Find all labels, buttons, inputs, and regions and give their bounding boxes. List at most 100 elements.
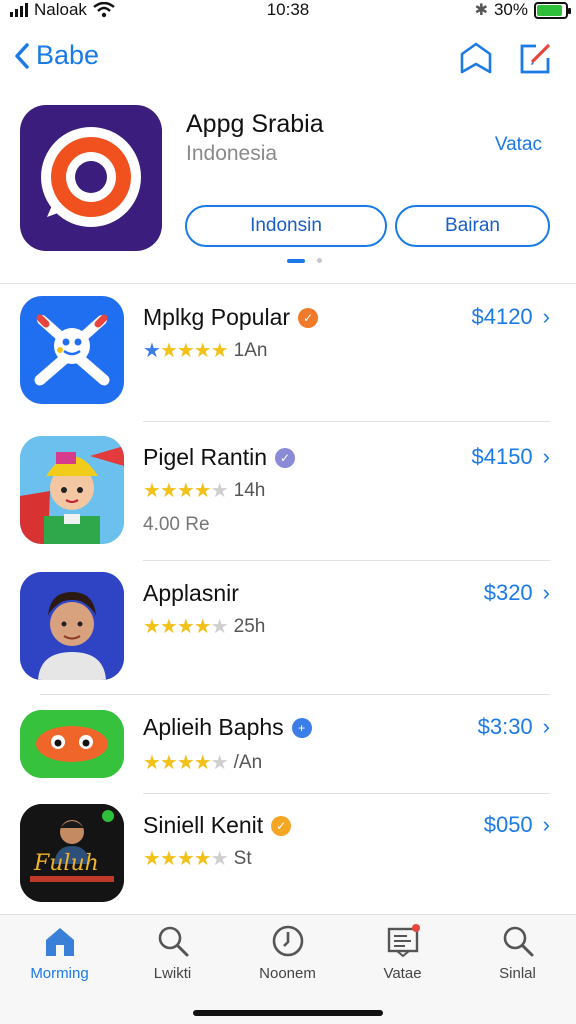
app-icon-2 (20, 436, 124, 544)
edit-icon[interactable] (518, 40, 554, 76)
page-dot-active (287, 258, 305, 263)
home-indicator[interactable] (193, 1010, 383, 1016)
battery-fill (537, 4, 563, 16)
app-name: Aplieih Baphs + (143, 714, 312, 741)
featured-button-right[interactable]: Bairan (395, 205, 550, 247)
list-item[interactable]: Pigel Rantin ✓ ★★★★ ★ 14h 4.00 Re $4150 › (0, 436, 576, 556)
app-icon-4 (20, 710, 124, 778)
battery-icon (534, 1, 571, 19)
verified-badge-icon: ✓ (275, 447, 296, 468)
tab-label: Noonem (259, 965, 316, 982)
tab-label: Vatae (383, 965, 422, 982)
tab-label: Lwikti (153, 965, 192, 982)
tab-label: Morming (30, 965, 89, 982)
price-button[interactable]: $050 › (484, 812, 550, 838)
app-extra-info: 4.00 Re (143, 514, 210, 535)
app-name: Mplkg Popular ✓ (143, 304, 319, 331)
tab-home[interactable]: Morming (2, 923, 117, 982)
search-icon (503, 926, 533, 957)
row-divider (40, 694, 550, 695)
chevron-right-icon: › (542, 304, 550, 329)
stars-icon: ★★★★★ (143, 616, 229, 638)
bluetooth-icon: ✱ (474, 2, 488, 19)
rating-count: /An (233, 751, 263, 773)
page-dot (317, 258, 322, 263)
stars-icon: ★★★★★ (143, 480, 229, 502)
app-name: Pigel Rantin ✓ (143, 444, 296, 471)
tab-search-2[interactable]: Sinlal (460, 923, 575, 982)
app-rating: ★ ★★★★ 1An (143, 338, 267, 363)
featured-title: Appg Srabia (186, 110, 324, 138)
price-button[interactable]: $3:30 › (478, 714, 550, 740)
back-label: Babe (36, 40, 100, 70)
app-rating: ★★★★ ★ St (143, 846, 252, 871)
bookmark-icon[interactable] (458, 40, 494, 76)
app-icon-3 (20, 572, 124, 680)
app-rating: ★★★★ ★ 25h (143, 614, 265, 639)
search-icon (158, 926, 188, 957)
row-divider (143, 793, 550, 794)
stars-icon: ★★★★★ (143, 752, 229, 774)
app-name-text: Siniell Kenit (143, 812, 264, 838)
price-button[interactable]: $4120 › (471, 304, 550, 330)
app-icon-1 (20, 296, 124, 404)
price-label: $050 (483, 812, 533, 837)
chevron-right-icon: › (542, 812, 550, 837)
stars-icon: ★★★★★ (143, 340, 229, 362)
price-label: $4150 (471, 444, 533, 469)
rating-count: St (233, 847, 252, 869)
price-label: $4120 (471, 304, 533, 329)
home-icon (45, 928, 74, 956)
verified-badge-icon: ✓ (271, 815, 292, 836)
tab-search[interactable]: Lwikti (115, 923, 230, 982)
app-name: Applasnir (143, 580, 239, 607)
chevron-left-icon (15, 42, 29, 69)
featured-subtitle: Indonesia (186, 142, 278, 165)
row-divider (143, 560, 550, 561)
featured-button-left[interactable]: Indonsin (185, 205, 387, 247)
page-indicator (287, 258, 322, 263)
stars-icon: ★★★★★ (143, 848, 229, 870)
tab-label: Sinlal (499, 965, 536, 982)
app-icon-5: Fuluh (20, 804, 124, 902)
featured-app: Appg Srabia Indonesia Vatac Indonsin Bai… (0, 100, 576, 284)
price-button[interactable]: $4150 › (471, 444, 550, 470)
list-item[interactable]: Aplieih Baphs + ★★★★ ★ /An $3:30 › (0, 710, 576, 790)
price-label: $3:30 (477, 714, 533, 739)
app-name-text: Mplkg Popular (143, 304, 291, 330)
back-button[interactable]: Babe (14, 40, 99, 71)
chevron-right-icon: › (542, 714, 550, 739)
app-name-text: Pigel Rantin (143, 444, 268, 470)
list-item[interactable]: Fuluh Siniell Kenit ✓ ★★★★ ★ St $050 › (0, 804, 576, 904)
clock-icon (272, 925, 303, 957)
app-rating: ★★★★ ★ /An (143, 750, 262, 775)
featured-app-icon[interactable] (20, 105, 162, 251)
featured-link[interactable]: Vatac (495, 134, 542, 156)
app-name-text: Aplieih Baphs (143, 714, 284, 740)
tab-updates[interactable]: Vatae (345, 923, 460, 982)
nav-bar: Babe (0, 36, 576, 80)
list-item[interactable]: Mplkg Popular ✓ ★ ★★★★ 1An $4120 › (0, 296, 576, 416)
app-name-text: Applasnir (143, 580, 239, 606)
updates-icon (387, 924, 420, 958)
battery-percent: 30% (493, 0, 528, 19)
status-bar: Naloak 10:38 ✱ 30% (0, 0, 576, 24)
app-name: Siniell Kenit ✓ (143, 812, 292, 839)
section-divider (0, 283, 576, 284)
chevron-right-icon: › (542, 580, 550, 605)
svg-text:Fuluh: Fuluh (33, 851, 99, 876)
verified-badge-icon: + (291, 717, 312, 738)
status-right: ✱ 30% (474, 0, 571, 20)
verified-badge-icon: ✓ (298, 307, 319, 328)
tab-bar: Morming Lwikti Noonem Vatae Sinlal (0, 914, 576, 1024)
row-divider (143, 421, 550, 422)
price-label: $320 (483, 580, 533, 605)
tab-clock[interactable]: Noonem (230, 923, 345, 982)
list-item[interactable]: Applasnir ★★★★ ★ 25h $320 › (0, 572, 576, 692)
rating-count: 14h (233, 479, 266, 501)
price-button[interactable]: $320 › (484, 580, 550, 606)
app-rating: ★★★★ ★ 14h (143, 478, 265, 503)
rating-count: 1An (233, 339, 268, 361)
rating-count: 25h (233, 615, 266, 637)
chevron-right-icon: › (542, 444, 550, 469)
